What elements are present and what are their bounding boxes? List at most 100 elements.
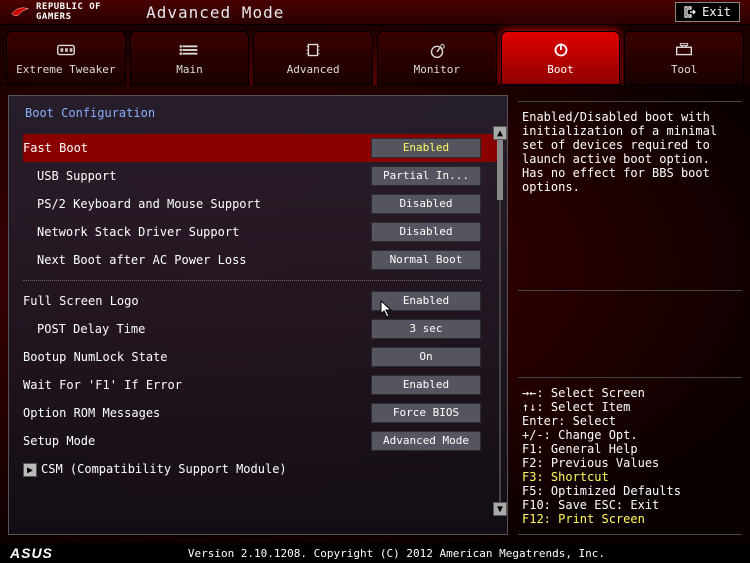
monitor-icon	[426, 41, 448, 59]
setting-label: Full Screen Logo	[23, 294, 365, 308]
setting-row[interactable]: PS/2 Keyboard and Mouse Support Disabled	[23, 190, 499, 218]
setting-label-text: Option ROM Messages	[23, 406, 160, 420]
setting-label-text: CSM (Compatibility Support Module)	[41, 462, 287, 476]
setting-label-text: Setup Mode	[23, 434, 95, 448]
separator	[23, 280, 481, 281]
rog-logo: REPUBLIC OF GAMERS	[10, 2, 101, 22]
setting-label: Next Boot after AC Power Loss	[23, 253, 365, 267]
help-key-line: F10: Save ESC: Exit	[522, 498, 738, 512]
help-key-line: +/-: Change Opt.	[522, 428, 738, 442]
help-key-line: Enter: Select	[522, 414, 738, 428]
extreme-tweaker-icon	[55, 41, 77, 59]
tab-main[interactable]: Main	[130, 31, 250, 85]
setting-row[interactable]: ▶ CSM (Compatibility Support Module)	[23, 455, 499, 483]
help-key-line: F12: Print Screen	[522, 512, 738, 526]
mode-title: Advanced Mode	[146, 3, 284, 22]
tool-icon	[673, 41, 695, 59]
main-icon	[179, 41, 201, 59]
settings-list: Fast Boot Enabled USB Support Partial In...…	[23, 134, 499, 514]
tab-boot[interactable]: Boot	[501, 31, 621, 85]
setting-value[interactable]: Partial In...	[371, 166, 481, 186]
scroll-thumb[interactable]	[497, 140, 503, 200]
setting-value[interactable]: Normal Boot	[371, 250, 481, 270]
tab-bar: Extreme Tweaker Main Advanced Monitor Bo…	[0, 25, 750, 85]
setting-label: Fast Boot	[23, 141, 365, 155]
help-key-line: ↑↓: Select Item	[522, 400, 738, 414]
setting-label-text: Full Screen Logo	[23, 294, 139, 308]
scroll-up-button[interactable]: ▲	[493, 126, 507, 140]
setting-value[interactable]: 3 sec	[371, 319, 481, 339]
tab-tool[interactable]: Tool	[624, 31, 744, 85]
setting-row[interactable]: Fast Boot Enabled	[23, 134, 499, 162]
help-key-line: F2: Previous Values	[522, 456, 738, 470]
advanced-icon	[302, 41, 324, 59]
setting-label-text: Network Stack Driver Support	[37, 225, 239, 239]
tab-extreme-tweaker[interactable]: Extreme Tweaker	[6, 31, 126, 85]
setting-value[interactable]: Disabled	[371, 194, 481, 214]
setting-value[interactable]: Force BIOS	[371, 403, 481, 423]
brand-line-2: GAMERS	[36, 12, 101, 22]
exit-label: Exit	[702, 5, 731, 19]
tab-label: Advanced	[287, 63, 340, 76]
setting-row[interactable]: POST Delay Time 3 sec	[23, 315, 499, 343]
help-key-line: →←: Select Screen	[522, 386, 738, 400]
setting-label: Bootup NumLock State	[23, 350, 365, 364]
help-key-line: F1: General Help	[522, 442, 738, 456]
help-description: Enabled/Disabled boot with initializatio…	[518, 101, 742, 291]
scroll-down-button[interactable]: ▼	[493, 502, 507, 516]
exit-icon	[684, 6, 696, 18]
setting-label: PS/2 Keyboard and Mouse Support	[23, 197, 365, 211]
help-panel: Enabled/Disabled boot with initializatio…	[518, 95, 742, 535]
tab-label: Tool	[671, 63, 698, 76]
setting-label-text: Next Boot after AC Power Loss	[37, 253, 247, 267]
tab-advanced[interactable]: Advanced	[253, 31, 373, 85]
setting-label: Network Stack Driver Support	[23, 225, 365, 239]
setting-label: USB Support	[23, 169, 365, 183]
tab-label: Boot	[547, 63, 574, 76]
asus-logo: ASUS	[10, 545, 53, 561]
footer-text: Version 2.10.1208. Copyright (C) 2012 Am…	[53, 547, 740, 560]
setting-label-text: Fast Boot	[23, 141, 88, 155]
scrollbar: ▲ ▼	[493, 126, 507, 516]
exit-button[interactable]: Exit	[675, 2, 740, 22]
setting-value[interactable]: Advanced Mode	[371, 431, 481, 451]
setting-row[interactable]: Network Stack Driver Support Disabled	[23, 218, 499, 246]
help-key-line: F5: Optimized Defaults	[522, 484, 738, 498]
settings-panel: Boot Configuration Fast Boot Enabled USB S…	[8, 95, 508, 535]
panel-title: Boot Configuration	[25, 106, 499, 120]
tab-label: Monitor	[414, 63, 460, 76]
setting-row[interactable]: Next Boot after AC Power Loss Normal Boot	[23, 246, 499, 274]
rog-eye-icon	[10, 5, 30, 19]
help-keys: →←: Select Screen↑↓: Select ItemEnter: S…	[518, 377, 742, 535]
help-key-line: F3: Shortcut	[522, 470, 738, 484]
setting-label: POST Delay Time	[23, 322, 365, 336]
setting-label-text: POST Delay Time	[37, 322, 145, 336]
top-bar: REPUBLIC OF GAMERS Advanced Mode Exit	[0, 0, 750, 25]
setting-label: ▶ CSM (Compatibility Support Module)	[23, 462, 499, 477]
setting-label: Setup Mode	[23, 434, 365, 448]
setting-row[interactable]: Option ROM Messages Force BIOS	[23, 399, 499, 427]
setting-value[interactable]: On	[371, 347, 481, 367]
setting-label: Wait For 'F1' If Error	[23, 378, 365, 392]
setting-row[interactable]: Setup Mode Advanced Mode	[23, 427, 499, 455]
setting-value[interactable]: Disabled	[371, 222, 481, 242]
setting-label-text: PS/2 Keyboard and Mouse Support	[37, 197, 261, 211]
main-wrap: Boot Configuration Fast Boot Enabled USB S…	[0, 85, 750, 543]
boot-icon	[550, 41, 572, 59]
tab-label: Main	[176, 63, 203, 76]
submenu-arrow-icon: ▶	[23, 463, 37, 477]
footer: ASUS Version 2.10.1208. Copyright (C) 20…	[0, 543, 750, 563]
setting-row[interactable]: Bootup NumLock State On	[23, 343, 499, 371]
setting-label-text: Wait For 'F1' If Error	[23, 378, 182, 392]
brand-line-1: REPUBLIC OF	[36, 2, 101, 12]
setting-label: Option ROM Messages	[23, 406, 365, 420]
tab-monitor[interactable]: Monitor	[377, 31, 497, 85]
setting-value[interactable]: Enabled	[371, 375, 481, 395]
setting-label-text: Bootup NumLock State	[23, 350, 168, 364]
setting-value[interactable]: Enabled	[371, 138, 481, 158]
setting-row[interactable]: Wait For 'F1' If Error Enabled	[23, 371, 499, 399]
setting-row[interactable]: Full Screen Logo Enabled	[23, 287, 499, 315]
setting-row[interactable]: USB Support Partial In...	[23, 162, 499, 190]
setting-value[interactable]: Enabled	[371, 291, 481, 311]
tab-label: Extreme Tweaker	[16, 63, 115, 76]
